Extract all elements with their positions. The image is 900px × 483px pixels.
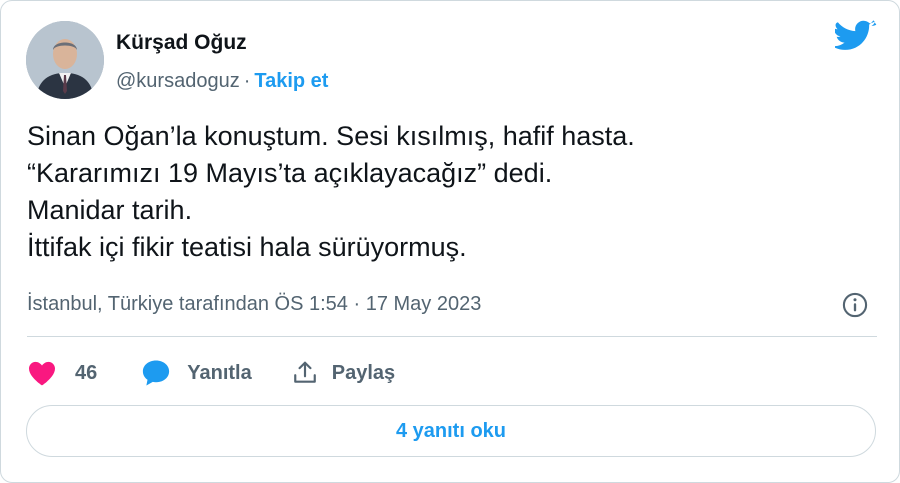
tweet-text: Sinan Oğan’la konuştum. Sesi kısılmış, h…	[27, 118, 635, 266]
tweet-meta[interactable]: İstanbul, Türkiye tarafından ÖS 1:54 · 1…	[27, 293, 481, 316]
avatar[interactable]	[26, 21, 104, 99]
tweet-line: “Kararımızı 19 Mayıs’ta açıklayacağız” d…	[27, 158, 553, 188]
heart-icon	[29, 361, 55, 386]
follow-button[interactable]: Takip et	[254, 70, 328, 92]
reply-label: Yanıtla	[187, 361, 252, 384]
reply-button[interactable]: Yanıtla	[141, 359, 252, 387]
twitter-bird-icon[interactable]	[835, 20, 877, 56]
like-button[interactable]: 46	[27, 360, 97, 386]
author-handle[interactable]: @kursadoguz	[116, 70, 240, 92]
author-name[interactable]: Kürşad Oğuz	[116, 31, 247, 55]
share-button[interactable]: Paylaş	[292, 360, 395, 386]
tweet-line: Manidar tarih.	[27, 195, 193, 225]
tweet-line: Sinan Oğan’la konuştum. Sesi kısılmış, h…	[27, 121, 635, 151]
like-count: 46	[75, 361, 98, 384]
separator-dot: ·	[243, 70, 251, 92]
divider	[27, 336, 877, 337]
speech-bubble-icon	[143, 360, 170, 386]
share-label: Paylaş	[331, 361, 396, 384]
share-upload-icon	[293, 361, 316, 383]
author-handle-row: @kursadoguz · Takip et	[116, 70, 328, 93]
tweet-actions: 46 Yanıtla Paylaş	[27, 356, 395, 390]
read-replies-button[interactable]: 4 yanıtı oku	[26, 405, 876, 457]
tweet-line: İttifak içi fikir teatisi hala sürüyormu…	[27, 232, 467, 262]
tweet-card: Kürşad Oğuz @kursadoguz · Takip et Sinan O…	[0, 0, 900, 483]
info-icon[interactable]	[841, 291, 869, 319]
